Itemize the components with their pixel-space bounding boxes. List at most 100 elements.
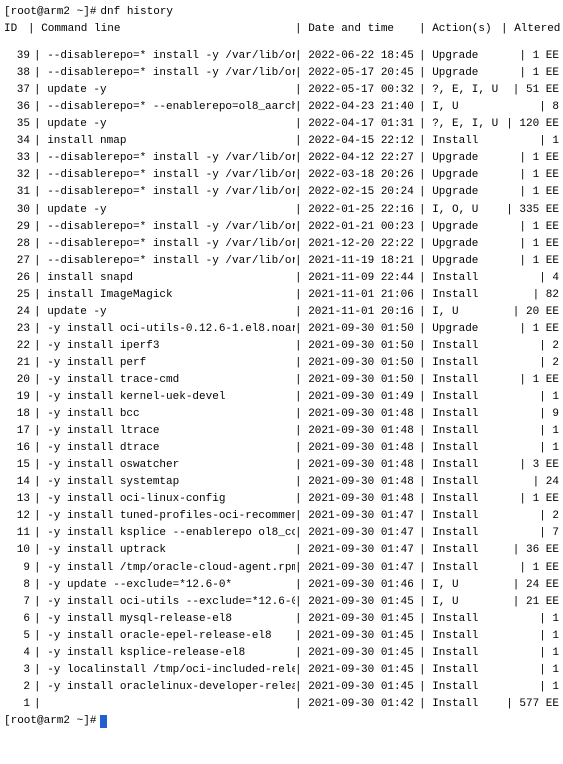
row-altered: | 36 EE (501, 542, 559, 559)
row-command: | -y install ksplice-release-el8 (34, 645, 295, 662)
row-altered: | 24 (501, 474, 559, 491)
row-altered: | 1 EE (501, 167, 559, 184)
row-id: 5 (4, 628, 34, 645)
row-id: 30 (4, 202, 34, 219)
row-altered: | 20 EE (501, 304, 559, 321)
row-date: | 2021-09-30 01:48 (295, 457, 419, 474)
row-altered: | 1 (501, 628, 559, 645)
row-action: | Install (419, 560, 501, 577)
row-action: | Upgrade (419, 184, 501, 201)
row-action: | Install (419, 440, 501, 457)
row-date: | 2021-09-30 01:45 (295, 662, 419, 679)
history-row: 18| -y install bcc| 2021-09-30 01:48| In… (4, 406, 559, 423)
history-row: 24| update -y| 2021-11-01 20:16| I, U| 2… (4, 304, 559, 321)
row-id: 3 (4, 662, 34, 679)
row-action: | Install (419, 474, 501, 491)
row-altered: | 1 EE (501, 372, 559, 389)
header-command: | Command line (28, 21, 295, 38)
row-altered: | 2 (501, 508, 559, 525)
row-id: 12 (4, 508, 34, 525)
row-id: 27 (4, 253, 34, 270)
row-id: 31 (4, 184, 34, 201)
row-date: | 2021-09-30 01:48 (295, 406, 419, 423)
row-altered: | 1 (501, 679, 559, 696)
row-command: | -y install dtrace (34, 440, 295, 457)
row-action: | Install (419, 457, 501, 474)
row-command: | -y install oswatcher (34, 457, 295, 474)
row-id: 24 (4, 304, 34, 321)
row-id: 38 (4, 65, 34, 82)
row-date: | 2022-04-17 01:31 (295, 116, 419, 133)
history-row: 39| --disablerepo=* install -y /var/lib/… (4, 48, 559, 65)
history-row: 33| --disablerepo=* install -y /var/lib/… (4, 150, 559, 167)
row-command: | --disablerepo=* install -y /var/lib/or… (34, 219, 295, 236)
row-command: | -y install bcc (34, 406, 295, 423)
row-id: 4 (4, 645, 34, 662)
row-altered: | 1 EE (501, 560, 559, 577)
row-date: | 2021-09-30 01:47 (295, 560, 419, 577)
history-row: 30| update -y| 2022-01-25 22:16| I, O, U… (4, 202, 559, 219)
row-action: | Install (419, 679, 501, 696)
row-action: | Install (419, 355, 501, 372)
history-row: 19| -y install kernel-uek-devel| 2021-09… (4, 389, 559, 406)
history-row: 29| --disablerepo=* install -y /var/lib/… (4, 219, 559, 236)
row-action: | Install (419, 525, 501, 542)
row-command: | -y install perf (34, 355, 295, 372)
shell-prompt: [root@arm2 ~]# (4, 4, 96, 21)
row-command: | --disablerepo=* install -y /var/lib/or… (34, 167, 295, 184)
history-row: 20| -y install trace-cmd| 2021-09-30 01:… (4, 372, 559, 389)
history-row: 6| -y install mysql-release-el8| 2021-09… (4, 611, 559, 628)
row-id: 18 (4, 406, 34, 423)
row-command: | install nmap (34, 133, 295, 150)
row-date: | 2022-04-12 22:27 (295, 150, 419, 167)
row-date: | 2021-09-30 01:42 (295, 696, 419, 713)
history-row: 10| -y install uptrack| 2021-09-30 01:47… (4, 542, 559, 559)
row-date: | 2021-09-30 01:45 (295, 594, 419, 611)
command-prompt-end-line[interactable]: [root@arm2 ~]# (4, 713, 559, 730)
row-action: | Install (419, 270, 501, 287)
row-altered: | 335 EE (501, 202, 559, 219)
row-id: 29 (4, 219, 34, 236)
row-date: | 2021-09-30 01:50 (295, 338, 419, 355)
row-action: | I, U (419, 99, 501, 116)
row-date: | 2021-09-30 01:45 (295, 611, 419, 628)
row-action: | I, O, U (419, 202, 501, 219)
history-row: 26| install snapd| 2021-11-09 22:44| Ins… (4, 270, 559, 287)
row-altered: | 3 EE (501, 457, 559, 474)
row-action: | Upgrade (419, 253, 501, 270)
row-date: | 2021-09-30 01:46 (295, 577, 419, 594)
row-altered: | 8 (501, 99, 559, 116)
header-date: | Date and time (295, 21, 419, 38)
row-altered: | 1 EE (501, 219, 559, 236)
history-row: 13| -y install oci-linux-config| 2021-09… (4, 491, 559, 508)
row-date: | 2021-11-09 22:44 (295, 270, 419, 287)
row-id: 33 (4, 150, 34, 167)
row-id: 35 (4, 116, 34, 133)
history-row: 16| -y install dtrace| 2021-09-30 01:48|… (4, 440, 559, 457)
row-action: | Install (419, 491, 501, 508)
row-id: 15 (4, 457, 34, 474)
row-id: 13 (4, 491, 34, 508)
row-action: | Install (419, 389, 501, 406)
row-command: | -y install oci-utils --exclude=*12.6-0… (34, 594, 295, 611)
row-date: | 2022-03-18 20:26 (295, 167, 419, 184)
row-action: | I, U (419, 304, 501, 321)
spacer (4, 38, 559, 48)
row-date: | 2021-09-30 01:47 (295, 525, 419, 542)
history-row: 36| --disablerepo=* --enablerepo=ol8_aar… (4, 99, 559, 116)
history-row: 35| update -y| 2022-04-17 01:31| ?, E, I… (4, 116, 559, 133)
row-id: 14 (4, 474, 34, 491)
row-altered: | 7 (501, 525, 559, 542)
row-date: | 2022-04-23 21:40 (295, 99, 419, 116)
row-action: | Install (419, 508, 501, 525)
row-date: | 2021-09-30 01:49 (295, 389, 419, 406)
row-command: | update -y (34, 116, 295, 133)
row-command: | -y install oracle-epel-release-el8 (34, 628, 295, 645)
row-altered: | 2 (501, 338, 559, 355)
row-action: | Install (419, 611, 501, 628)
history-row: 12| -y install tuned-profiles-oci-recomm… (4, 508, 559, 525)
row-command: | --disablerepo=* install -y /var/lib/or… (34, 150, 295, 167)
row-command: | -y install kernel-uek-devel (34, 389, 295, 406)
history-row: 37| update -y| 2022-05-17 00:32| ?, E, I… (4, 82, 559, 99)
history-row: 3| -y localinstall /tmp/oci-included-rel… (4, 662, 559, 679)
